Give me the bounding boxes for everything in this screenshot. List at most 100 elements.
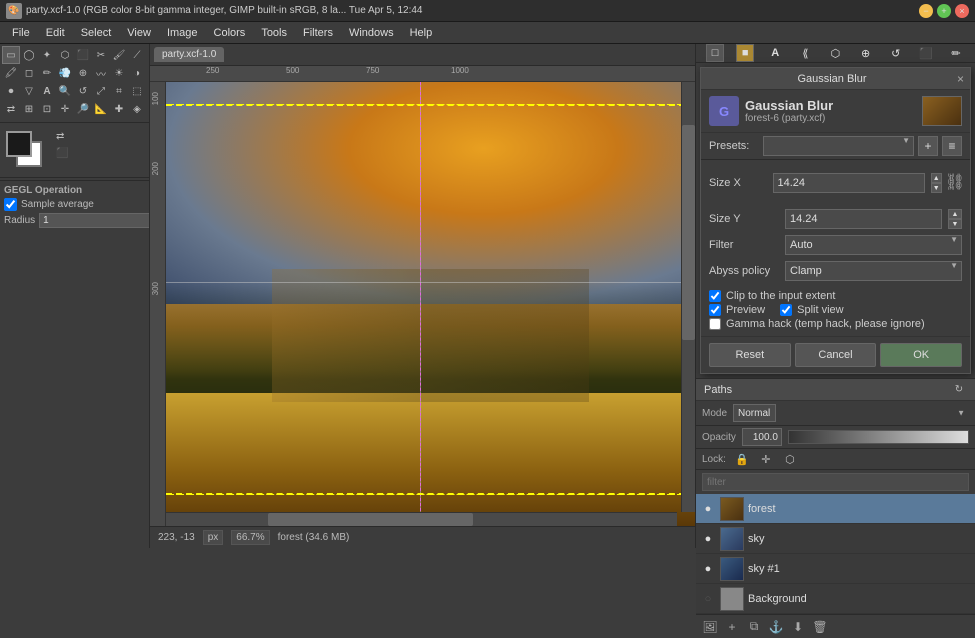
layer-eye-forest[interactable]: ● bbox=[700, 501, 716, 517]
mode-select[interactable]: Normal bbox=[733, 404, 776, 422]
blur-ok-button[interactable]: OK bbox=[880, 343, 962, 367]
new-layer-from-visible-btn[interactable]: 🖼 bbox=[700, 617, 720, 637]
tool-move[interactable]: ✛ bbox=[56, 100, 74, 118]
menu-file[interactable]: File bbox=[4, 25, 38, 41]
blur-sizey-spin[interactable]: ▲ ▼ bbox=[948, 209, 962, 229]
tool-text[interactable]: A bbox=[38, 82, 56, 100]
rtool-btn-2[interactable]: ■ bbox=[736, 44, 754, 62]
blur-abyss-select[interactable]: Clamp bbox=[785, 261, 962, 281]
tool-perspective[interactable]: ⬚ bbox=[128, 82, 146, 100]
tool-clone[interactable]: ⊕ bbox=[74, 64, 92, 82]
sizey-up[interactable]: ▲ bbox=[948, 209, 962, 219]
opacity-slider[interactable] bbox=[788, 430, 969, 444]
tool-fuzzy-select[interactable]: ⬡ bbox=[56, 46, 74, 64]
tool-dodge[interactable]: ☀ bbox=[110, 64, 128, 82]
anchor-layer-btn[interactable]: ⚓ bbox=[766, 617, 786, 637]
tool-bucket[interactable]: ⏺ bbox=[2, 82, 20, 100]
rtool-btn-7[interactable]: ↺ bbox=[887, 44, 905, 62]
tool-align[interactable]: ⊞ bbox=[20, 100, 38, 118]
rtool-btn-4[interactable]: ⟪ bbox=[796, 44, 814, 62]
blur-reset-button[interactable]: Reset bbox=[709, 343, 791, 367]
tool-scissors[interactable]: ✂ bbox=[92, 46, 110, 64]
close-button[interactable]: × bbox=[955, 4, 969, 18]
lock-position-btn[interactable]: ✛ bbox=[758, 451, 774, 467]
lock-alpha-btn[interactable]: ⬡ bbox=[782, 451, 798, 467]
layer-item-sky[interactable]: ● sky bbox=[696, 524, 975, 554]
tool-paths[interactable]: ⟋ bbox=[128, 46, 146, 64]
lock-pixels-btn[interactable]: 🔒 bbox=[734, 451, 750, 467]
new-layer-btn[interactable]: + bbox=[722, 617, 742, 637]
merge-down-btn[interactable]: ⬇ bbox=[788, 617, 808, 637]
tool-heal[interactable]: ✚ bbox=[110, 100, 128, 118]
tool-airbrush[interactable]: 💨 bbox=[56, 64, 74, 82]
rtool-btn-text[interactable]: A bbox=[766, 44, 784, 62]
menu-help[interactable]: Help bbox=[402, 25, 441, 41]
menu-filters[interactable]: Filters bbox=[295, 25, 341, 41]
tool-eraser[interactable]: ◻ bbox=[20, 64, 38, 82]
blur-presets-select[interactable] bbox=[763, 136, 914, 156]
sizex-up[interactable]: ▲ bbox=[931, 173, 943, 183]
blur-presets-menu[interactable]: ≡ bbox=[942, 136, 962, 156]
rtool-btn-1[interactable]: □ bbox=[706, 44, 724, 62]
sizey-down[interactable]: ▼ bbox=[948, 219, 962, 229]
tool-rect-select[interactable]: ▭ bbox=[2, 46, 20, 64]
foreground-color-swatch[interactable] bbox=[6, 131, 32, 157]
tool-flip[interactable]: ⇄ bbox=[2, 100, 20, 118]
sample-avg-checkbox[interactable] bbox=[4, 198, 17, 211]
zoom-display[interactable]: 66.7% bbox=[231, 530, 269, 545]
tool-burn[interactable]: ◑ bbox=[128, 64, 146, 82]
scrollbar-v[interactable] bbox=[681, 82, 695, 512]
opacity-input[interactable] bbox=[742, 428, 782, 446]
blur-dialog-close[interactable]: × bbox=[957, 72, 964, 86]
blur-gamma-checkbox[interactable] bbox=[709, 318, 721, 330]
scrollbar-h[interactable] bbox=[166, 512, 677, 526]
layers-filter-input[interactable] bbox=[702, 473, 969, 491]
blur-filter-select[interactable]: Auto bbox=[785, 235, 962, 255]
rtool-btn-9[interactable]: ✏ bbox=[947, 44, 965, 62]
tool-color-pick[interactable]: 🔍 bbox=[56, 82, 74, 100]
layer-eye-bg[interactable]: ○ bbox=[700, 591, 716, 607]
tool-by-color[interactable]: ⬛ bbox=[74, 46, 92, 64]
canvas-tab-party[interactable]: party.xcf-1.0 bbox=[154, 47, 224, 62]
tool-rotate[interactable]: ↺ bbox=[74, 82, 92, 100]
blur-presets-add[interactable]: + bbox=[918, 136, 938, 156]
rtool-btn-5[interactable]: ⬡ bbox=[826, 44, 844, 62]
blur-clip-checkbox[interactable] bbox=[709, 290, 721, 302]
blur-split-checkbox[interactable] bbox=[780, 304, 792, 316]
tool-free-select[interactable]: ✦ bbox=[38, 46, 56, 64]
tool-paintbrush[interactable]: 🖍 bbox=[2, 64, 20, 82]
tool-crop[interactable]: ⊡ bbox=[38, 100, 56, 118]
delete-layer-btn[interactable]: 🗑 bbox=[810, 617, 830, 637]
maximize-button[interactable]: + bbox=[937, 4, 951, 18]
menu-select[interactable]: Select bbox=[73, 25, 120, 41]
tool-scale[interactable]: ⤢ bbox=[92, 82, 110, 100]
tool-shear[interactable]: ⌗ bbox=[110, 82, 128, 100]
blur-preview-checkbox[interactable] bbox=[709, 304, 721, 316]
blur-sizex-input[interactable] bbox=[773, 173, 925, 193]
tool-smudge[interactable]: 〰 bbox=[92, 64, 110, 82]
duplicate-layer-btn[interactable]: ⧉ bbox=[744, 617, 764, 637]
blur-sizey-input[interactable] bbox=[785, 209, 942, 229]
tool-spare[interactable]: ◈ bbox=[128, 100, 146, 118]
rtool-btn-8[interactable]: ⬛ bbox=[917, 44, 935, 62]
menu-tools[interactable]: Tools bbox=[253, 25, 295, 41]
layer-item-bg[interactable]: ○ Background bbox=[696, 584, 975, 614]
unit-display[interactable]: px bbox=[203, 530, 224, 545]
tool-zoom-tb[interactable]: 🔎 bbox=[74, 100, 92, 118]
tool-blend[interactable]: ▽ bbox=[20, 82, 38, 100]
menu-edit[interactable]: Edit bbox=[38, 25, 73, 41]
tool-ellipse-select[interactable]: ◯ bbox=[20, 46, 38, 64]
layer-eye-sky[interactable]: ● bbox=[700, 531, 716, 547]
tool-foreground[interactable]: 🖌 bbox=[110, 46, 128, 64]
reset-colors-btn[interactable]: ⬛ bbox=[56, 148, 68, 159]
rtool-btn-6[interactable]: ⊕ bbox=[857, 44, 875, 62]
tool-measure[interactable]: 📐 bbox=[92, 100, 110, 118]
menu-colors[interactable]: Colors bbox=[206, 25, 254, 41]
radius-input[interactable] bbox=[39, 213, 150, 228]
blur-cancel-button[interactable]: Cancel bbox=[795, 343, 877, 367]
paths-refresh-btn[interactable]: ↻ bbox=[951, 382, 967, 398]
tool-pencil[interactable]: ✏ bbox=[38, 64, 56, 82]
sizex-down[interactable]: ▼ bbox=[931, 183, 943, 193]
minimize-button[interactable]: − bbox=[919, 4, 933, 18]
menu-windows[interactable]: Windows bbox=[341, 25, 402, 41]
